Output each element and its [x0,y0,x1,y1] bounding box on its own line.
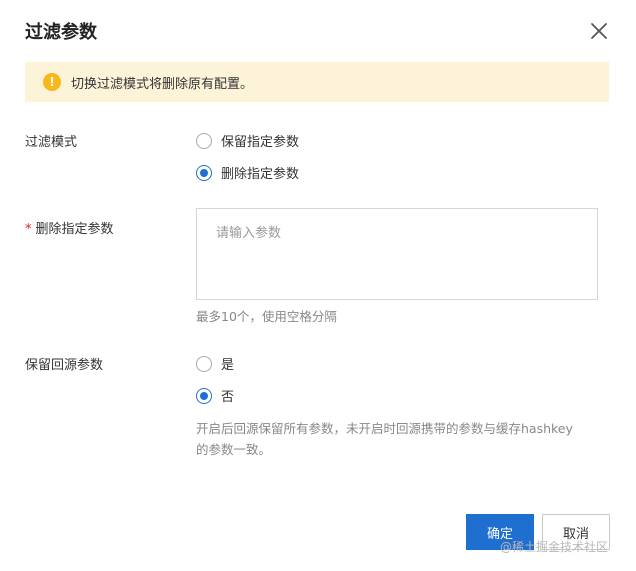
radio-delete-specified[interactable]: 删除指定参数 [196,163,299,182]
params-textarea[interactable] [196,208,598,300]
watermark: @稀土掘金技术社区 [500,540,609,554]
radio-keep-specified[interactable]: 保留指定参数 [196,131,299,150]
keep-origin-params-label: 保留回源参数 [25,358,104,373]
filter-mode-label: 过滤模式 [25,135,78,150]
params-hint: 最多10个，使用空格分隔 [196,309,337,324]
delete-params-label-text: 删除指定参数 [35,222,114,237]
close-icon[interactable] [586,18,612,44]
radio-label: 保留指定参数 [221,135,300,150]
radio-circle-checked [196,164,212,181]
warning-icon: ! [43,73,61,91]
filter-params-dialog: 过滤参数 ! 切换过滤模式将删除原有配置。 过滤模式 保留指定参数 删除指定参数… [0,0,636,571]
radio-yes[interactable]: 是 [196,354,234,373]
radio-no[interactable]: 否 [196,386,234,405]
radio-circle-checked [196,387,212,404]
origin-hint-line1: 开启后回源保留所有参数，未开启时回源携带的参数与缓存hashkey [196,421,573,436]
radio-label: 是 [221,358,235,373]
origin-hint-line2: 的参数一致。 [196,442,272,457]
radio-circle [196,355,212,372]
radio-label: 删除指定参数 [221,167,300,182]
required-mark: * [25,222,32,237]
dialog-title: 过滤参数 [25,22,97,43]
warning-text: 切换过滤模式将删除原有配置。 [71,76,254,92]
radio-circle [196,132,212,149]
warning-banner: ! 切换过滤模式将删除原有配置。 [25,62,609,102]
radio-label: 否 [221,390,235,405]
delete-params-label: * 删除指定参数 [25,218,114,237]
